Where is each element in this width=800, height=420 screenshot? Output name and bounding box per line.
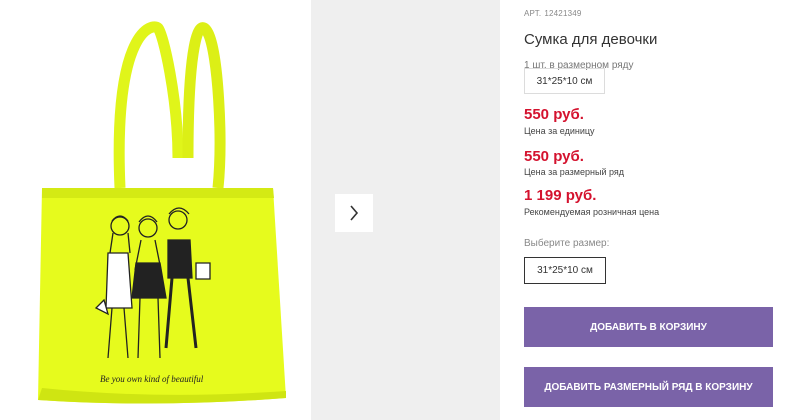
chevron-right-icon [350,205,359,221]
unit-price: 550 руб. [524,106,584,123]
add-size-row-button[interactable]: ДОБАВИТЬ РАЗМЕРНЫЙ РЯД В КОРЗИНУ [524,367,773,407]
retail-price: 1 199 руб. [524,187,597,204]
article-label: АРТ. [524,9,542,18]
bag-slogan: Be you own kind of beautiful [100,374,204,384]
unit-price-label: Цена за единицу [524,126,595,136]
size-row-chip: 31*25*10 см [524,68,605,94]
size-row-price: 550 руб. [524,148,584,165]
article-number: АРТ. 12421349 [524,9,582,18]
size-option[interactable]: 31*25*10 см [524,257,606,284]
article-value: 12421349 [544,9,582,18]
product-photo: Be you own kind of beautiful [38,21,286,404]
product-gallery: Be you own kind of beautiful [0,0,500,420]
size-row-price-label: Цена за размерный ряд [524,167,625,177]
retail-price-label: Рекомендуемая розничная цена [524,207,660,217]
add-to-cart-button[interactable]: ДОБАВИТЬ В КОРЗИНУ [524,307,773,347]
next-image-button[interactable] [335,194,373,232]
product-title: Сумка для девочки [524,31,658,48]
choose-size-label: Выберите размер: [524,238,610,249]
